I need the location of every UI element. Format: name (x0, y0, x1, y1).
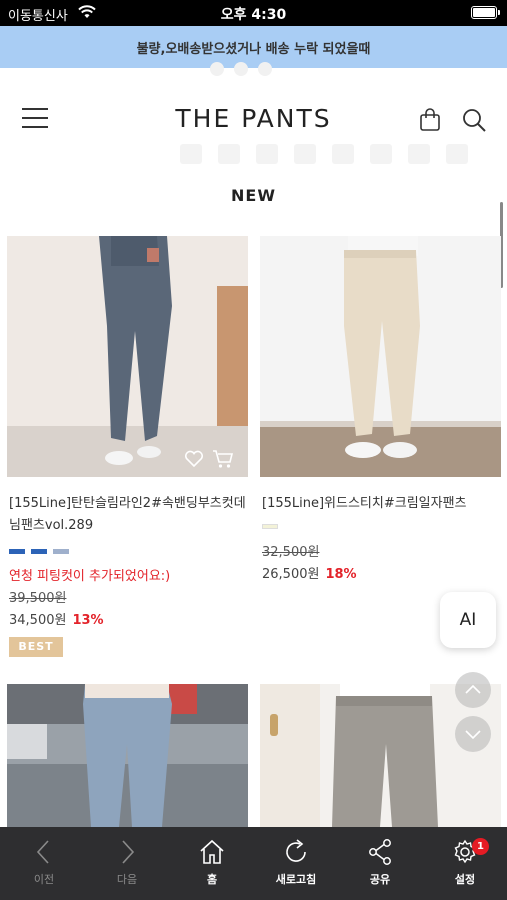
scroll-up-button[interactable] (455, 672, 491, 708)
original-price: 39,500원 (9, 591, 67, 606)
refresh-icon (286, 839, 306, 862)
status-time: 오후 4:30 (220, 7, 287, 23)
nav-label: 이전 (33, 873, 55, 886)
product-image[interactable] (7, 684, 248, 827)
nav-forward-button[interactable]: 다음 (85, 827, 169, 900)
color-swatches (262, 524, 278, 529)
promo-text: 연청 피팅컷이 추가되었어요:) (9, 569, 171, 584)
product-card[interactable] (7, 684, 248, 827)
carousel-dots (210, 62, 272, 76)
sale-price: 34,500원 (9, 613, 67, 628)
home-icon (200, 839, 224, 864)
nav-label: 공유 (369, 873, 391, 886)
color-swatches (9, 549, 69, 554)
faint-category-row (180, 144, 468, 164)
nav-label: 새로고침 (275, 873, 317, 886)
sale-price-row: 26,500원 18% (262, 563, 357, 582)
color-swatch (31, 549, 47, 554)
sale-price: 26,500원 (262, 567, 320, 582)
nav-refresh-button[interactable]: 새로고침 (254, 827, 338, 900)
product-card[interactable]: [155Line]위드스티치#크림일자팬츠 32,500원 26,500원 18% (260, 236, 501, 596)
notice-text: 불량,오배송받으셨거나 배송 누락 되었을때 (136, 41, 371, 57)
discount-rate: 18% (325, 567, 357, 582)
sale-price-row: 34,500원 13% (9, 609, 104, 628)
chevron-right-icon (122, 840, 135, 864)
shopping-bag-icon[interactable] (418, 108, 442, 132)
header: THE PANTS (0, 94, 507, 146)
notification-badge: 1 (472, 838, 489, 855)
chevron-down-icon (465, 730, 481, 740)
nav-label: 다음 (116, 873, 138, 886)
discount-rate: 13% (72, 613, 104, 628)
product-name[interactable]: [155Line]위드스티치#크림일자팬츠 (262, 493, 500, 515)
product-image[interactable] (7, 236, 248, 477)
chevron-left-icon (36, 840, 49, 864)
chevron-up-icon (465, 684, 481, 694)
cart-icon[interactable] (212, 449, 234, 469)
color-swatch (9, 549, 25, 554)
nav-settings-button[interactable]: 1 설정 (423, 827, 507, 900)
ai-assistant-button[interactable]: AI (440, 592, 496, 648)
original-price: 32,500원 (262, 545, 320, 560)
nav-share-button[interactable]: 공유 (338, 827, 422, 900)
nav-home-button[interactable]: 홈 (170, 827, 254, 900)
bottom-navigation: 이전 다음 홈 새로고침 공유 1 설정 (0, 827, 507, 900)
share-icon (369, 839, 391, 865)
battery-icon (471, 6, 500, 19)
section-title: NEW (231, 186, 276, 205)
color-swatch (262, 524, 278, 529)
best-badge: BEST (9, 637, 63, 657)
nav-back-button[interactable]: 이전 (2, 827, 86, 900)
product-name[interactable]: [155Line]탄탄슬림라인2#속밴딩부츠컷데님팬츠vol.289 (9, 493, 247, 537)
nav-label: 설정 (454, 873, 476, 886)
nav-label: 홈 (206, 873, 218, 886)
scroll-down-button[interactable] (455, 716, 491, 752)
status-bar: 이동통신사 오후 4:30 (0, 0, 507, 26)
heart-icon[interactable] (184, 450, 204, 468)
product-card[interactable]: [155Line]탄탄슬림라인2#속밴딩부츠컷데님팬츠vol.289 연청 피팅… (7, 236, 248, 676)
color-swatch (53, 549, 69, 554)
product-image[interactable] (260, 236, 501, 477)
search-icon[interactable] (461, 107, 487, 133)
